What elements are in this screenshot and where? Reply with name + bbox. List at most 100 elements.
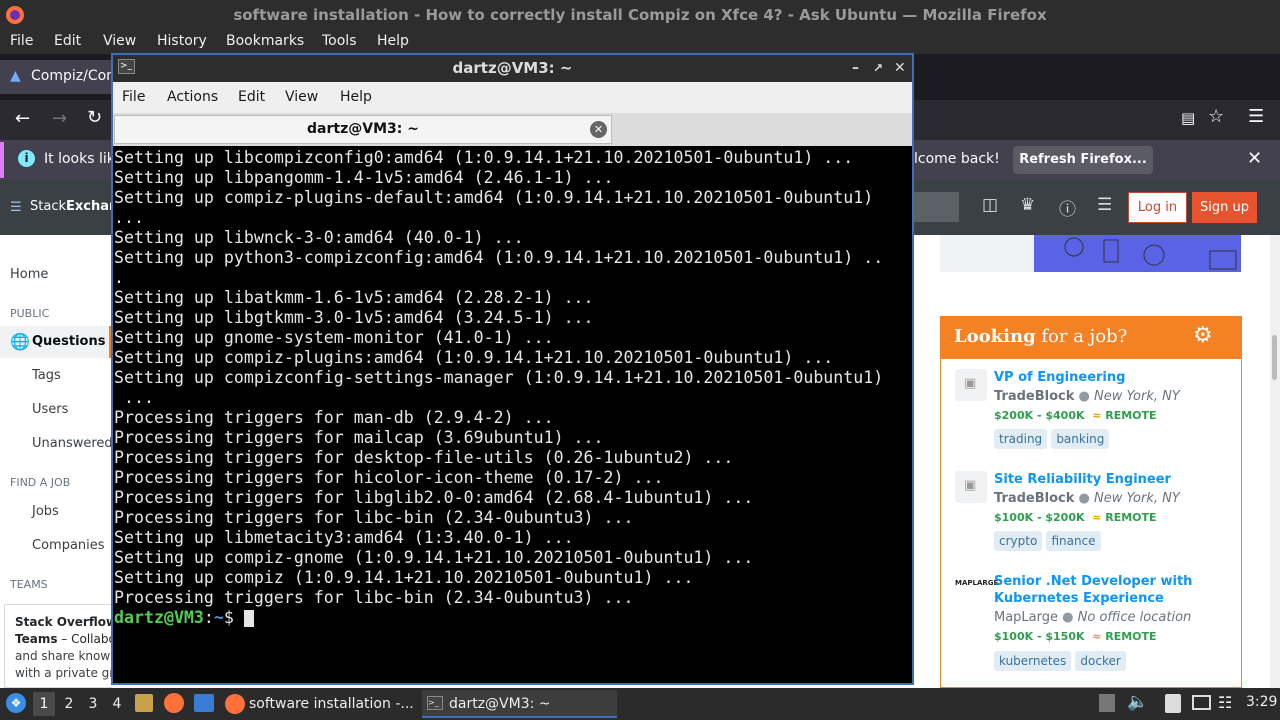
tab-close-icon[interactable]: ✕ — [590, 121, 607, 138]
nav-jobs[interactable]: Jobs — [32, 504, 59, 519]
trophy-icon[interactable]: ♛ — [1020, 195, 1035, 215]
terminal-tab[interactable]: dartz@VM3: ~ ✕ — [114, 115, 612, 144]
jobs-panel-header: Looking for a job? ⚙ — [941, 317, 1241, 359]
page-scrollbar-thumb[interactable] — [1272, 335, 1277, 380]
job-listing[interactable]: ▣ VP of Engineering TradeBlock ● New Yor… — [941, 367, 1241, 459]
firefox-menubar: File Edit View History Bookmarks Tools H… — [0, 30, 1280, 54]
bookmark-star-icon[interactable]: ☆ — [1208, 106, 1224, 127]
job-tags: kubernetes docker — [994, 651, 1126, 671]
maplarge-logo: MAPLARGE — [955, 579, 999, 587]
menu-bookmarks[interactable]: Bookmarks — [226, 33, 304, 49]
display-icon[interactable] — [1192, 695, 1211, 710]
term-menu-help[interactable]: Help — [340, 89, 372, 105]
menu-view[interactable]: View — [103, 33, 136, 49]
menu-help[interactable]: Help — [377, 33, 409, 49]
nav-public-heading: PUBLIC — [10, 307, 50, 320]
page-scrollbar[interactable] — [1270, 235, 1280, 688]
logo-part-a: Stack — [30, 199, 66, 214]
desktop-icon[interactable] — [194, 694, 214, 712]
task-terminal-label: dartz@VM3: ~ — [449, 696, 551, 712]
jobs-heading-bold: Looking — [954, 326, 1036, 347]
nav-unanswered[interactable]: Unanswered — [32, 436, 113, 451]
login-button[interactable]: Log in — [1128, 192, 1187, 223]
terminal-line: . — [114, 268, 124, 287]
notice-text-tail: lcome back! — [914, 151, 1000, 167]
menu-edit[interactable]: Edit — [54, 33, 81, 49]
job-company-line: TradeBlock ● New York, NY — [994, 389, 1180, 404]
firefox-launcher-icon[interactable] — [164, 693, 184, 713]
job-tag[interactable]: banking — [1051, 429, 1110, 449]
term-menu-actions[interactable]: Actions — [167, 89, 218, 105]
globe-icon: 🌐 — [10, 332, 30, 351]
nav-users[interactable]: Users — [32, 402, 68, 417]
task-firefox[interactable]: software installation -... — [222, 690, 417, 718]
job-listing[interactable]: MAPLARGE Senior .Net Developer with Kube… — [941, 571, 1241, 687]
updates-icon[interactable] — [1099, 694, 1115, 712]
task-terminal[interactable]: >_ dartz@VM3: ~ — [422, 690, 617, 718]
close-notice-icon[interactable]: ✕ — [1247, 148, 1262, 169]
network-icon[interactable]: ☷ — [1218, 693, 1232, 712]
nav-questions-item[interactable]: 🌐 Questions — [0, 326, 112, 358]
job-title-line2[interactable]: Kubernetes Experience — [994, 591, 1164, 606]
workspace-3[interactable]: 3 — [82, 692, 104, 716]
terminal-output[interactable]: Setting up libcompizconfig0:amd64 (1:0.9… — [113, 146, 912, 683]
forward-icon[interactable]: → — [52, 108, 67, 129]
nav-companies[interactable]: Companies — [32, 538, 105, 553]
workspace-1[interactable]: 1 — [33, 692, 55, 716]
job-salary: $200K - $400K — [994, 409, 1085, 422]
job-tag[interactable]: crypto — [994, 531, 1043, 551]
clock[interactable]: 3:29 — [1246, 694, 1277, 710]
ad-banner[interactable] — [940, 235, 1241, 272]
reload-icon[interactable]: ↻ — [87, 107, 102, 128]
close-icon[interactable]: ✕ — [894, 55, 906, 82]
term-menu-edit[interactable]: Edit — [238, 89, 265, 105]
job-tag[interactable]: docker — [1075, 651, 1126, 671]
job-location: New York, NY — [1094, 389, 1180, 404]
nav-tags[interactable]: Tags — [32, 368, 61, 383]
firefox-tab-active[interactable]: ▲ Compiz/Con — [0, 60, 115, 94]
minimize-icon[interactable]: – — [852, 55, 859, 82]
firefox-titlebar[interactable]: software installation - How to correctly… — [0, 0, 1280, 30]
reader-view-icon[interactable]: ▤ — [1181, 109, 1195, 127]
menu-tools[interactable]: Tools — [322, 33, 357, 49]
terminal-prompt[interactable]: dartz@VM3:~$ — [114, 608, 912, 628]
term-menu-view[interactable]: View — [285, 89, 318, 105]
back-icon[interactable]: ← — [15, 108, 30, 129]
inbox-icon[interactable]: ◫ — [982, 195, 998, 215]
nav-questions: Questions — [32, 334, 106, 349]
nav-teams-heading: TEAMS — [10, 578, 48, 591]
notice-text: It looks lik — [44, 151, 115, 167]
job-title[interactable]: VP of Engineering — [994, 370, 1125, 385]
workspace-2[interactable]: 2 — [58, 692, 80, 716]
hamburger-menu-icon[interactable]: ☰ — [1248, 106, 1264, 127]
menu-file[interactable]: File — [10, 33, 33, 49]
term-menu-file[interactable]: File — [122, 89, 145, 105]
menu-history[interactable]: History — [157, 33, 207, 49]
terminal-line: Setting up compiz-plugins-default:amd64 … — [114, 188, 874, 207]
job-listing[interactable]: ▣ Site Reliability Engineer TradeBlock ●… — [941, 469, 1241, 561]
job-location: New York, NY — [1094, 491, 1180, 506]
terminal-line: Processing triggers for mailcap (3.69ubu… — [114, 428, 604, 447]
signup-button[interactable]: Sign up — [1192, 192, 1257, 223]
site-switcher-icon[interactable]: ☰ — [1097, 195, 1112, 215]
nav-home[interactable]: Home — [10, 267, 48, 282]
help-icon[interactable]: ⓘ — [1059, 195, 1076, 220]
job-tag[interactable]: trading — [994, 429, 1048, 449]
job-title[interactable]: Site Reliability Engineer — [994, 472, 1171, 487]
file-manager-icon[interactable] — [135, 694, 153, 712]
volume-icon[interactable]: 🔈 — [1127, 692, 1148, 712]
maximize-icon[interactable]: ↗ — [873, 55, 883, 82]
terminal-line: Setting up compiz-plugins:amd64 (1:0.9.1… — [114, 348, 834, 367]
workspace-4[interactable]: 4 — [106, 692, 128, 716]
refresh-firefox-button[interactable]: Refresh Firefox... — [1013, 146, 1153, 174]
terminal-titlebar[interactable]: >_ dartz@VM3: ~ – ↗ ✕ — [113, 55, 912, 82]
whisker-menu-icon[interactable]: ❖ — [6, 693, 26, 713]
job-tag[interactable]: finance — [1046, 531, 1101, 551]
terminal-window[interactable]: >_ dartz@VM3: ~ – ↗ ✕ File Actions Edit … — [111, 53, 914, 685]
clipboard-icon[interactable] — [1165, 694, 1181, 713]
search-box-fragment[interactable] — [914, 192, 959, 222]
terminal-line: Processing triggers for libc-bin (2.34-0… — [114, 588, 634, 607]
job-tag[interactable]: kubernetes — [994, 651, 1072, 671]
terminal-line: Setting up gnome-system-monitor (41.0-1)… — [114, 328, 554, 347]
job-title-line1[interactable]: Senior .Net Developer with — [994, 574, 1192, 589]
